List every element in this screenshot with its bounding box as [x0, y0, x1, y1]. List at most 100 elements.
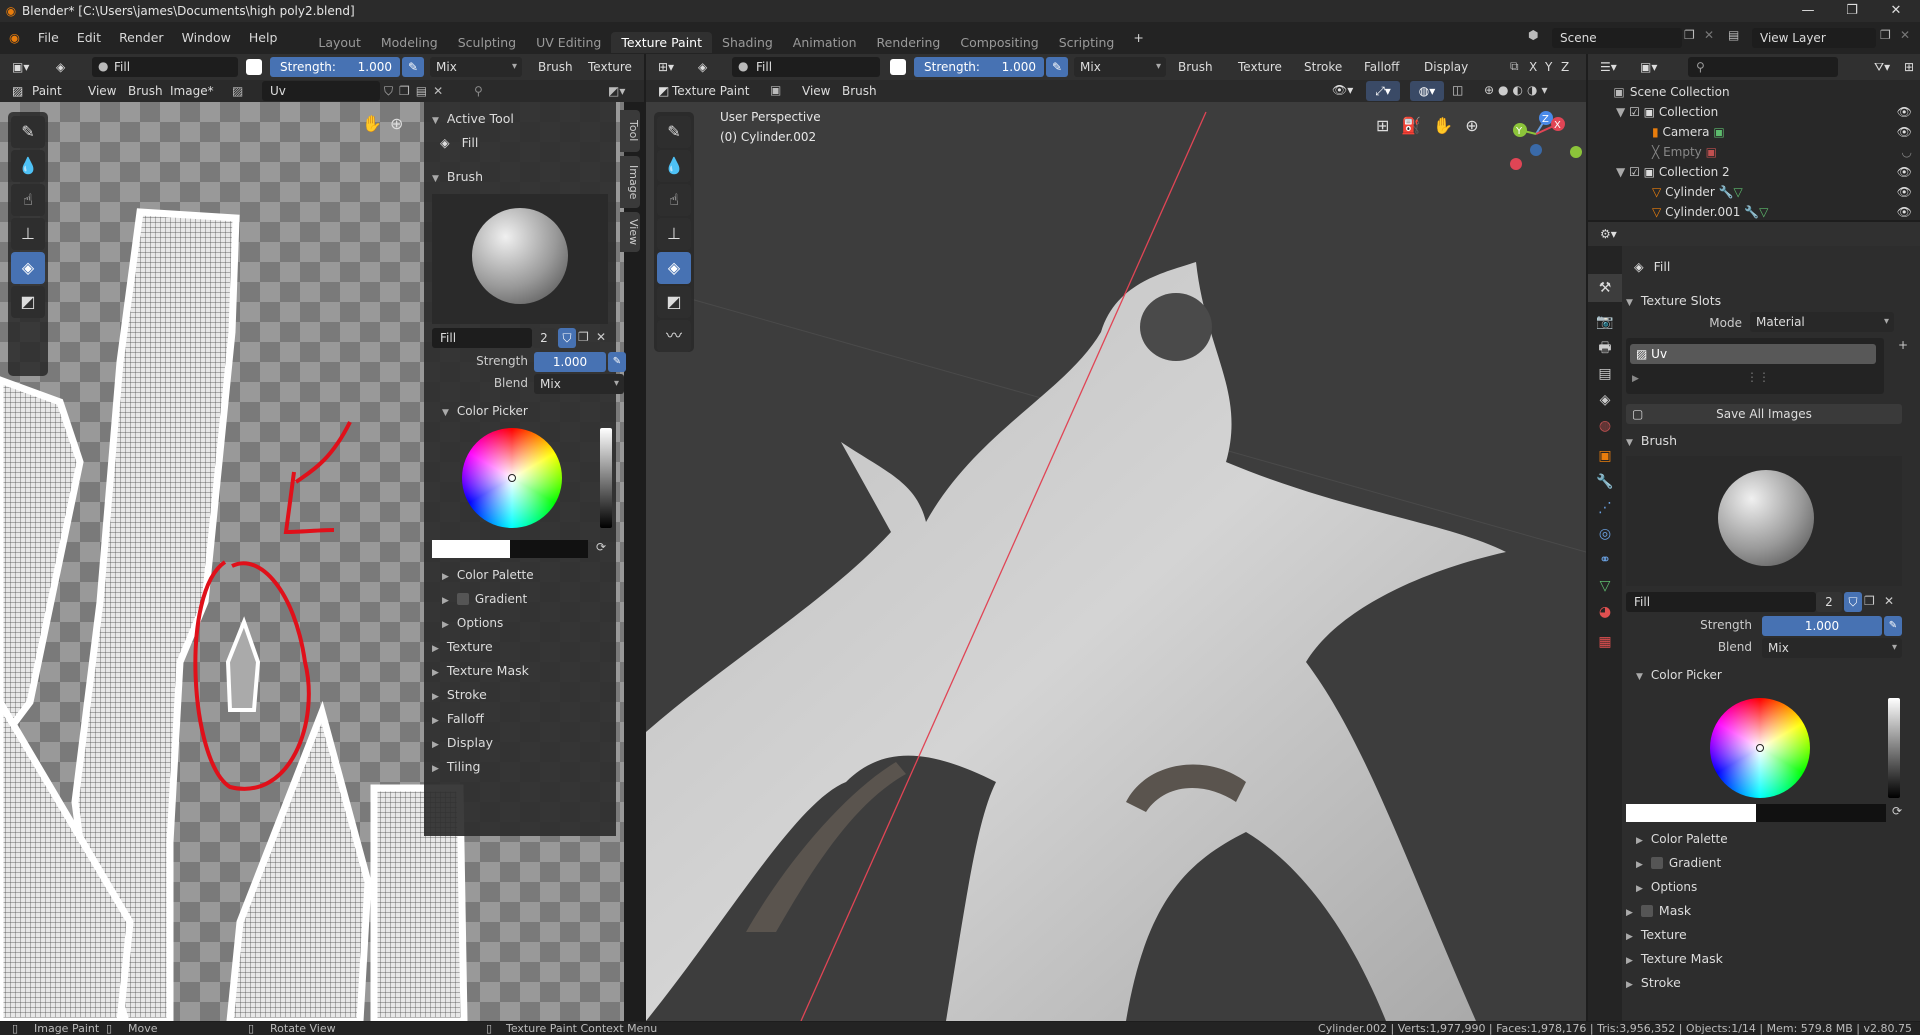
- viewport-clone-tool-icon[interactable]: ⊥: [657, 218, 691, 250]
- maximize-icon[interactable]: ❐: [1830, 0, 1874, 22]
- fill-tool-button[interactable]: ◈: [11, 252, 45, 284]
- collection-2-checkbox[interactable]: ☑: [1629, 165, 1640, 179]
- viewport-draw-tool-icon[interactable]: ✎: [657, 116, 691, 148]
- tab-shading[interactable]: Shading: [712, 32, 783, 53]
- mask-toggle-icon[interactable]: ▣: [770, 83, 781, 97]
- brush-preview[interactable]: [432, 194, 608, 324]
- properties-duplicate-icon[interactable]: ❐: [1864, 594, 1875, 608]
- new-scene-icon[interactable]: ❐: [1684, 28, 1695, 42]
- properties-color-wheel[interactable]: [1710, 698, 1810, 798]
- swap-colors-icon[interactable]: ⟳: [596, 540, 606, 554]
- properties-brush-name-field[interactable]: Fill: [1626, 592, 1816, 612]
- image-menu[interactable]: Image*: [164, 81, 220, 101]
- viewport-texture-menu[interactable]: Texture: [1232, 57, 1288, 77]
- blend-dropdown[interactable]: Mix: [430, 57, 522, 77]
- clone-tool-icon[interactable]: ⊥: [11, 218, 45, 250]
- stroke-section[interactable]: ▶ Stroke: [432, 684, 487, 706]
- outliner-item-cylinder-001[interactable]: ▽ Cylinder.001 🔧▽ 👁: [1652, 202, 1912, 222]
- data-tab-icon[interactable]: ▽: [1588, 572, 1622, 600]
- visibility-eye-icon[interactable]: 👁: [1897, 162, 1912, 182]
- brush-section-header[interactable]: ▼ Brush: [432, 166, 483, 188]
- viewport-brush-menu[interactable]: Brush: [1172, 57, 1219, 77]
- viewport-brush-selector[interactable]: Fill: [732, 57, 880, 77]
- list-resize-handle[interactable]: ⋮⋮: [1746, 370, 1770, 384]
- color-wheel[interactable]: [462, 428, 562, 528]
- brush-menu[interactable]: Brush: [532, 57, 579, 77]
- viewport-mask-tool-icon[interactable]: ◩: [657, 286, 691, 318]
- paint-mode-dropdown[interactable]: Paint: [26, 81, 68, 101]
- brush-name-field[interactable]: Fill: [432, 328, 532, 348]
- brush-selector[interactable]: Fill: [92, 57, 238, 77]
- visibility-eye-icon[interactable]: 👁: [1897, 182, 1912, 202]
- brush-users-count[interactable]: 2: [532, 328, 556, 348]
- tab-rendering[interactable]: Rendering: [867, 32, 951, 53]
- sidebar-tab-tool[interactable]: Tool: [620, 110, 640, 152]
- 3d-viewport[interactable]: ⊞▾ ◈ Fill ● Strength:1.000 ✎ Mix Brush T…: [646, 54, 1586, 1021]
- gizmo-toggle-icon[interactable]: ⤢▾: [1366, 81, 1400, 101]
- overlay-toggle-icon[interactable]: ◍▾: [1410, 81, 1444, 101]
- view-layer-tab-icon[interactable]: ▤: [1588, 360, 1622, 388]
- mask-checkbox[interactable]: [1640, 905, 1653, 917]
- tab-animation[interactable]: Animation: [783, 32, 867, 53]
- tab-uv-editing[interactable]: UV Editing: [526, 32, 611, 53]
- navigation-gizmo[interactable]: Z X Y: [1506, 94, 1586, 174]
- color-palette-header[interactable]: ▶ Color Palette: [442, 564, 534, 586]
- delete-view-layer-icon[interactable]: ✕: [1900, 28, 1910, 42]
- texture-mask-section[interactable]: ▶ Texture Mask: [432, 660, 529, 682]
- editor-type-icon[interactable]: ▣▾: [6, 57, 35, 77]
- viewport-brush-menu-2[interactable]: Brush: [836, 81, 883, 101]
- properties-brush-users[interactable]: 2: [1816, 592, 1842, 612]
- navigation-icons[interactable]: ⊞⛽✋⊕: [1376, 116, 1506, 140]
- pressure-icon-2[interactable]: ✎: [608, 352, 626, 372]
- constraints-tab-icon[interactable]: ⚭: [1588, 546, 1622, 574]
- properties-value-slider[interactable]: [1888, 698, 1900, 798]
- properties-pressure-icon[interactable]: ✎: [1884, 616, 1902, 636]
- falloff-section[interactable]: ▶ Falloff: [432, 708, 484, 730]
- new-view-layer-icon[interactable]: ❐: [1880, 28, 1891, 42]
- viewport-soften-tool-icon[interactable]: 💧: [657, 150, 691, 182]
- physics-tab-icon[interactable]: ◎: [1588, 520, 1622, 548]
- object-tab-icon[interactable]: ▣: [1588, 442, 1622, 470]
- outliner-item-empty[interactable]: ╳ Empty ▣ ◡: [1652, 142, 1912, 162]
- properties-color-bar[interactable]: [1626, 804, 1886, 822]
- pan-view-icon[interactable]: ✋: [362, 114, 382, 133]
- image-actions-icons[interactable]: ⛉❐▤✕: [384, 84, 449, 99]
- color-picker-header[interactable]: ▼ Color Picker: [442, 400, 528, 422]
- outliner-item-camera[interactable]: ▮ Camera ▣ 👁: [1652, 122, 1912, 142]
- blend-dropdown-2[interactable]: Mix: [534, 374, 624, 394]
- strength-field[interactable]: 1.000: [534, 352, 606, 372]
- tab-layout[interactable]: Layout: [308, 32, 371, 53]
- annotate-tool-icon[interactable]: 〰: [657, 320, 691, 352]
- properties-color-cursor[interactable]: [1756, 744, 1764, 752]
- collection-checkbox[interactable]: ☑: [1629, 105, 1640, 119]
- outliner-item-cylinder[interactable]: ▽ Cylinder 🔧▽ 👁: [1652, 182, 1912, 202]
- list-expand-icon[interactable]: ▶: [1632, 374, 1639, 384]
- value-slider[interactable]: [600, 428, 612, 528]
- visibility-eye-icon[interactable]: 👁: [1897, 102, 1912, 122]
- sidebar-tab-view[interactable]: View: [620, 212, 640, 252]
- save-all-images-button[interactable]: ▢ Save All Images: [1626, 404, 1902, 424]
- viewport-falloff-menu[interactable]: Falloff: [1358, 57, 1405, 77]
- properties-gradient-checkbox[interactable]: [1650, 857, 1663, 869]
- color-bar[interactable]: [432, 540, 588, 558]
- outliner-search-input[interactable]: ⚲: [1688, 57, 1838, 77]
- viewport-pressure-icon[interactable]: ✎: [1046, 57, 1068, 77]
- pressure-icon[interactable]: ✎: [402, 57, 424, 77]
- close-icon[interactable]: ✕: [1874, 0, 1918, 22]
- properties-brush-preview[interactable]: [1626, 456, 1902, 586]
- viewport-strength-slider[interactable]: Strength: 1.000: [914, 57, 1044, 77]
- options-header[interactable]: ▶ Options: [442, 612, 503, 634]
- blender-menu-icon[interactable]: ◉: [0, 22, 29, 54]
- texture-slots-header[interactable]: ▼ Texture Slots: [1626, 290, 1721, 312]
- brush-section-header[interactable]: ▼ Brush: [1626, 430, 1677, 452]
- outliner-item-collection[interactable]: ▼ ☑ ▣ Collection 👁: [1616, 102, 1912, 122]
- scene-selector[interactable]: Scene: [1552, 28, 1682, 48]
- particles-tab-icon[interactable]: ⋰: [1588, 494, 1622, 522]
- add-workspace-icon[interactable]: +: [1124, 22, 1152, 54]
- properties-blend-dropdown[interactable]: Mix: [1762, 638, 1902, 658]
- pin-icon[interactable]: ⚲: [474, 84, 483, 98]
- menu-window[interactable]: Window: [173, 22, 240, 54]
- modifier-tab-icon[interactable]: 🔧: [1588, 468, 1622, 496]
- new-collection-icon[interactable]: ⊞: [1898, 57, 1920, 77]
- menu-help[interactable]: Help: [240, 22, 287, 54]
